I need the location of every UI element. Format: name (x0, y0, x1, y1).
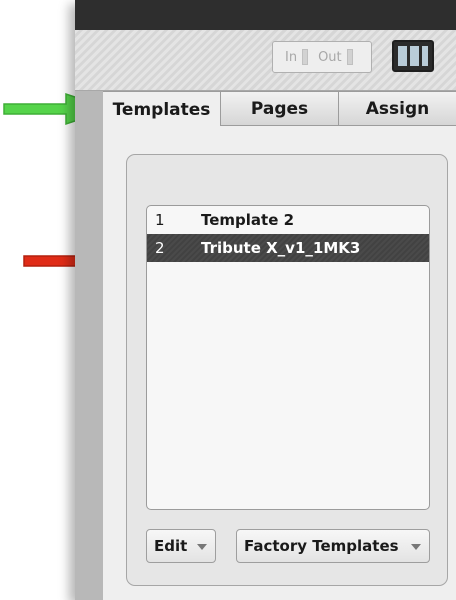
edit-dropdown-label: Edit (154, 537, 188, 555)
chevron-down-icon (197, 544, 207, 550)
in-meter-icon (302, 49, 309, 65)
edit-dropdown[interactable]: Edit (146, 529, 216, 563)
factory-templates-dropdown[interactable]: Factory Templates (236, 529, 430, 563)
factory-templates-label: Factory Templates (244, 537, 399, 555)
template-number: 1 (155, 211, 165, 229)
left-edge-strip (75, 91, 104, 600)
templates-pane: 1 Template 2 2 Tribute X_v1_1MK3 Edit Fa… (103, 126, 456, 600)
tab-templates[interactable]: Templates (103, 91, 221, 127)
tab-pages[interactable]: Pages (221, 91, 339, 126)
in-label: In (285, 49, 298, 65)
template-name: Template 2 (201, 211, 295, 229)
title-bar (75, 0, 456, 30)
template-number: 2 (155, 239, 165, 257)
template-list[interactable]: 1 Template 2 2 Tribute X_v1_1MK3 (146, 205, 430, 510)
templates-panel: 1 Template 2 2 Tribute X_v1_1MK3 Edit Fa… (126, 154, 448, 586)
out-meter-icon (346, 49, 353, 65)
chevron-down-icon (411, 544, 421, 550)
midi-in-out-indicator: In Out (272, 41, 372, 73)
app-window: In Out Templates Pages Assign 1 Template… (75, 0, 456, 600)
toolbar: In Out (75, 30, 456, 91)
template-list-item-selected[interactable]: 2 Tribute X_v1_1MK3 (147, 234, 429, 262)
tab-bar: Templates Pages Assign (103, 91, 456, 127)
template-name: Tribute X_v1_1MK3 (201, 239, 361, 257)
template-list-item[interactable]: 1 Template 2 (147, 206, 429, 234)
out-label: Out (318, 49, 342, 65)
tab-assign[interactable]: Assign (339, 91, 456, 126)
ni-logo-icon[interactable] (392, 40, 434, 72)
